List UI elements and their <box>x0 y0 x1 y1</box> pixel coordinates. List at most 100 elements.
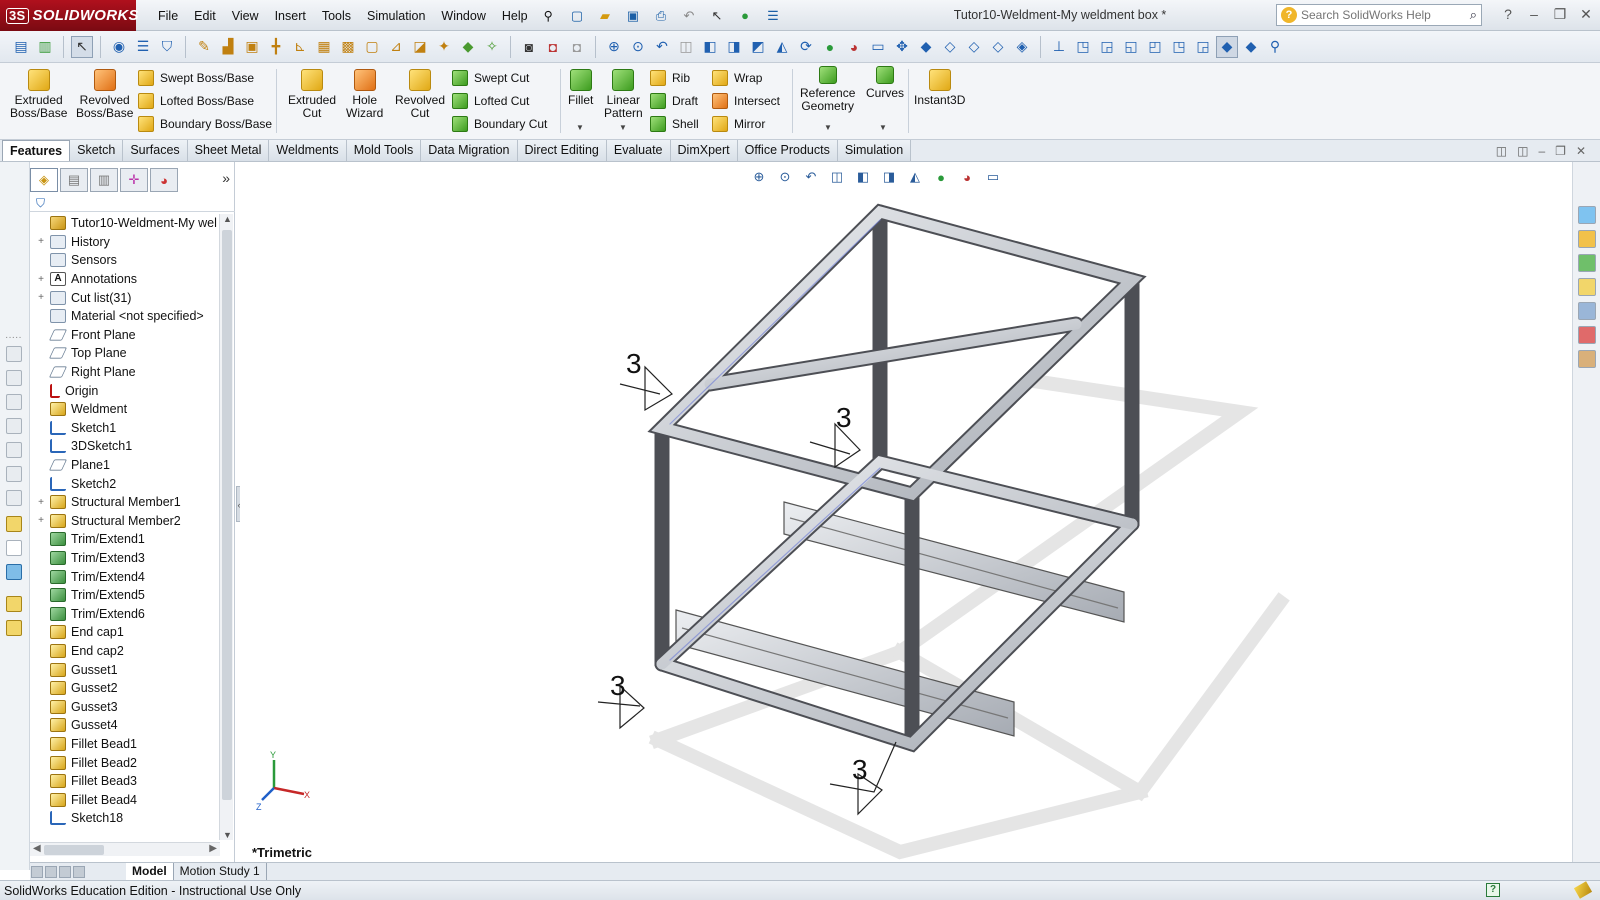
options-icon[interactable]: ☰ <box>762 6 784 25</box>
zoom-fit-icon[interactable]: ⊕ <box>603 36 625 58</box>
tree-item[interactable]: Trim/Extend1 <box>30 530 220 549</box>
fillet-dropdown-icon[interactable]: ▼ <box>576 123 584 132</box>
tree-item[interactable]: + Structural Member1 <box>30 493 220 512</box>
tab-evaluate[interactable]: Evaluate <box>606 140 671 161</box>
tree-item[interactable]: + History <box>30 233 220 252</box>
tree-expand-icon[interactable]: + <box>36 515 46 526</box>
tree-filter-bar[interactable]: ⛉ <box>30 195 235 212</box>
tab-features[interactable]: Features <box>2 140 71 161</box>
tab-data-migration[interactable]: Data Migration <box>421 140 518 161</box>
view-palette-icon[interactable] <box>1578 302 1596 320</box>
pan-icon[interactable]: ✥ <box>891 36 913 58</box>
help-search-box[interactable]: ? ⌕ <box>1276 4 1482 26</box>
edit-appearance-icon[interactable]: ◭ <box>771 36 793 58</box>
strip-icon-3[interactable] <box>6 394 22 410</box>
weld-size-label-4[interactable]: 3 <box>852 754 868 786</box>
tree-item[interactable]: Right Plane <box>30 363 220 382</box>
intersect-button[interactable]: Intersect <box>712 91 780 111</box>
appearance-icon[interactable]: ◉ <box>108 36 130 58</box>
left-view-icon[interactable]: ◱ <box>1120 36 1142 58</box>
hole-wizard-button[interactable]: Hole Wizard <box>346 69 383 120</box>
sketch-tool-icon-7[interactable]: ▩ <box>337 36 359 58</box>
zoom-to-area-icon[interactable]: ⊙ <box>776 168 794 186</box>
fillet-button[interactable]: Fillet <box>568 69 593 107</box>
first-tab-nav-icon[interactable] <box>31 865 43 878</box>
tab-weldments[interactable]: Weldments <box>269 140 347 161</box>
render-icon[interactable]: ◘ <box>542 36 564 58</box>
tab-motion-study-1[interactable]: Motion Study 1 <box>174 863 267 880</box>
curves-button[interactable]: Curves <box>866 66 904 100</box>
tab-sheet-metal[interactable]: Sheet Metal <box>187 140 270 161</box>
revolved-boss-button[interactable]: Revolved Boss/Base <box>76 69 133 120</box>
view-cube-icon-5[interactable]: ◈ <box>1011 36 1033 58</box>
tree-item[interactable]: Sketch1 <box>30 419 220 438</box>
tree-horizontal-scrollbar[interactable]: ◀ ▶ <box>30 842 220 856</box>
tree-item[interactable]: + Structural Member2 <box>30 512 220 531</box>
reference-geometry-dropdown-icon[interactable]: ▼ <box>824 123 832 132</box>
menu-view[interactable]: View <box>224 9 267 23</box>
zoom-to-fit-icon[interactable]: ⊕ <box>750 168 768 186</box>
tree-item[interactable]: Tutor10-Weldment-My wel <box>30 214 220 233</box>
propertymanager-tab-icon[interactable]: ▤ <box>60 168 88 192</box>
shell-button[interactable]: Shell <box>650 114 699 134</box>
scroll-right-icon[interactable]: ▶ <box>209 843 217 854</box>
strip-icon-7[interactable] <box>6 490 22 506</box>
tree-item[interactable]: Origin <box>30 381 220 400</box>
view-orientation-icon[interactable]: ◧ <box>699 36 721 58</box>
tree-item[interactable]: + Cut list(31) <box>30 288 220 307</box>
strip-icon-2[interactable] <box>6 370 22 386</box>
configurationmanager-tab-icon[interactable]: ▥ <box>90 168 118 192</box>
tree-item[interactable]: Gusset1 <box>30 660 220 679</box>
menu-tools[interactable]: Tools <box>314 9 359 23</box>
pin-icon[interactable]: ⚲ <box>536 8 561 23</box>
hide-show-items-icon[interactable]: ◭ <box>906 168 924 186</box>
tree-item[interactable]: Fillet Bead2 <box>30 753 220 772</box>
tree-item[interactable]: + A Annotations <box>30 270 220 289</box>
menu-file[interactable]: File <box>150 9 186 23</box>
isometric-view-icon[interactable]: ◆ <box>1216 35 1238 58</box>
displaymanager-tab-icon[interactable]: ◕ <box>150 168 178 192</box>
previous-view-icon[interactable]: ↶ <box>651 36 673 58</box>
view-settings-icon[interactable]: ▭ <box>867 36 889 58</box>
scene-icon[interactable]: ● <box>819 36 841 58</box>
tab-mold-tools[interactable]: Mold Tools <box>346 140 422 161</box>
wrap-button[interactable]: Wrap <box>712 68 762 88</box>
dimxpert-tab-icon[interactable]: ✛ <box>120 168 148 192</box>
tree-item[interactable]: Trim/Extend6 <box>30 604 220 623</box>
filter-icon[interactable]: ⛉ <box>156 36 178 58</box>
toolbar-icon-2[interactable]: ▥ <box>34 36 56 58</box>
feature-icon-2[interactable] <box>6 620 22 636</box>
tab-surfaces[interactable]: Surfaces <box>123 140 188 161</box>
swept-boss-button[interactable]: Swept Boss/Base <box>138 68 254 88</box>
previous-view-icon[interactable]: ↶ <box>802 168 820 186</box>
tile-horizontal-icon[interactable]: ◫ <box>1496 144 1507 158</box>
sketch-tool-icon-10[interactable]: ◪ <box>409 36 431 58</box>
new-document-icon[interactable]: ▢ <box>566 6 588 25</box>
tree-item[interactable]: Sketch2 <box>30 474 220 493</box>
tab-dimxpert[interactable]: DimXpert <box>670 140 738 161</box>
boundary-boss-button[interactable]: Boundary Boss/Base <box>138 114 272 134</box>
boundary-cut-button[interactable]: Boundary Cut <box>452 114 547 134</box>
strip-icon-4[interactable] <box>6 418 22 434</box>
next-tab-nav-icon[interactable] <box>59 865 71 878</box>
featuremanager-tree-tab-icon[interactable]: ◈ <box>30 168 58 192</box>
tree-expand-icon[interactable]: + <box>36 497 46 508</box>
home-icon[interactable] <box>1578 230 1596 248</box>
restore-icon[interactable]: ❐ <box>1550 4 1570 24</box>
tree-item[interactable]: Trim/Extend4 <box>30 567 220 586</box>
tree-item[interactable]: Material <not specified> <box>30 307 220 326</box>
custom-properties-icon[interactable] <box>1578 350 1596 368</box>
tree-item[interactable]: Front Plane <box>30 326 220 345</box>
toolbar-icon-1[interactable]: ▤ <box>10 36 32 58</box>
right-view-icon[interactable]: ◰ <box>1144 36 1166 58</box>
mirror-button[interactable]: Mirror <box>712 114 765 134</box>
curves-dropdown-icon[interactable]: ▼ <box>879 123 887 132</box>
smart-dimension-icon[interactable] <box>6 540 22 556</box>
trimetric-view-icon[interactable]: ◆ <box>1240 36 1262 58</box>
tab-sketch[interactable]: Sketch <box>70 140 124 161</box>
front-view-icon[interactable]: ◳ <box>1072 36 1094 58</box>
doc-close-icon[interactable]: ✕ <box>1576 144 1586 158</box>
search-magnifier-icon[interactable]: ⌕ <box>1470 7 1477 23</box>
hide-show-icon[interactable]: ◩ <box>747 36 769 58</box>
sketch-tool-icon-8[interactable]: ▢ <box>361 36 383 58</box>
